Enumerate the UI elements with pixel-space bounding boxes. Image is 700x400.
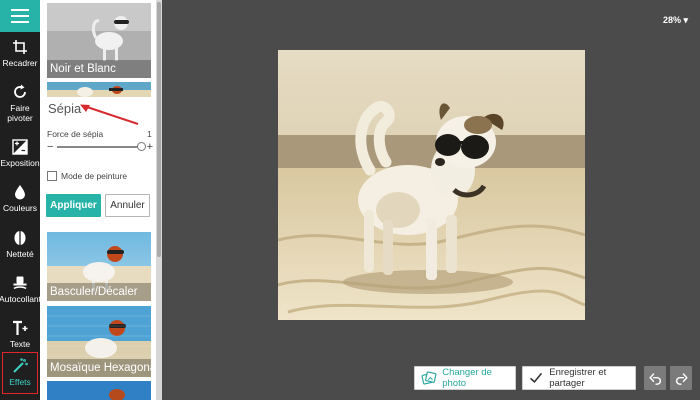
sepia-dog-photo [278,50,585,320]
slider-plus-button[interactable]: + [147,140,153,154]
left-toolbar: Recadrer Faire pivoter Exposition Couleu… [0,0,42,400]
panel-scrollbar[interactable] [156,0,162,400]
text-icon [10,318,30,338]
photo-editor-app: Recadrer Faire pivoter Exposition Couleu… [0,0,700,400]
effect-hexagonal-mosaic-label: Mosaïque Hexagonal [47,359,151,377]
tool-colors[interactable]: Couleurs [0,182,40,213]
effect-black-white-label: Noir et Blanc [47,60,151,78]
sepia-strength-slider[interactable]: − + [47,140,153,154]
tool-crop-label: Recadrer [2,58,38,68]
change-photo-label: Changer de photo [442,367,492,389]
rotate-icon [10,82,30,102]
tool-rotate[interactable]: Faire pivoter [0,82,40,123]
effect-black-white[interactable]: Noir et Blanc [47,3,151,78]
tool-colors-label: Couleurs [2,203,38,213]
effect-sepia-thumb-image [47,82,151,97]
exposure-icon [10,137,30,157]
save-and-share-label: Enregistrer et partager [549,367,607,389]
cancel-button[interactable]: Annuler [105,194,150,217]
apply-button[interactable]: Appliquer [46,194,101,217]
effect-tilt-shift-label: Basculer/Décaler [47,283,151,301]
slider-minus-button[interactable]: − [47,140,53,154]
undo-icon [648,372,661,385]
tool-effects[interactable]: Effets [2,352,38,394]
paint-mode-option[interactable]: Mode de peinture [47,171,127,181]
save-and-share-button[interactable]: Enregistrer et partager [522,366,636,390]
paint-mode-label: Mode de peinture [61,171,128,181]
panel-scrollbar-thumb[interactable] [157,2,161,257]
paint-mode-checkbox[interactable] [47,171,57,181]
change-photo-button[interactable]: Changer de photo [414,366,516,390]
tool-crop[interactable]: Recadrer [0,37,40,68]
hamburger-menu-button[interactable] [0,0,40,32]
redo-button[interactable] [670,366,692,390]
tool-rotate-label: Faire pivoter [7,103,33,123]
slider-track[interactable] [57,146,143,148]
tool-text[interactable]: Texte [0,318,40,349]
effect-next-thumbnail[interactable] [47,381,151,400]
sepia-effect-title: Sépia [48,101,82,116]
tool-sticker[interactable]: Autocollant [0,273,42,304]
hamburger-icon [11,9,29,23]
redo-icon [675,372,688,385]
effect-hexagonal-mosaic[interactable]: Mosaïque Hexagonal [47,306,151,377]
photo-canvas[interactable] [278,50,585,320]
tool-effects-label: Effets [9,377,31,387]
effect-next-thumb-image [47,381,151,400]
effect-sepia-thumbnail[interactable] [47,82,151,97]
image-swap-icon [420,369,437,387]
tool-sharpness-label: Netteté [6,249,34,259]
tool-sharpness[interactable]: Netteté [0,228,40,259]
checkmark-icon [528,369,544,387]
tool-sticker-label: Autocollant [0,294,42,304]
crop-icon [10,37,30,57]
sticker-icon [10,273,30,293]
sepia-strength-label: Force de sépia [47,129,104,139]
tool-text-label: Texte [9,339,31,349]
color-drop-icon [10,182,30,202]
sharpness-icon [10,228,30,248]
undo-button[interactable] [644,366,666,390]
slider-handle[interactable] [136,142,146,151]
magic-wand-icon [10,356,30,376]
tool-exposure[interactable]: Exposition [0,137,40,168]
zoom-dropdown[interactable]: 28% ▾ [663,15,688,26]
tool-exposure-label: Exposition [0,158,40,168]
sepia-strength-max-value: 1 [147,129,152,139]
effect-tilt-shift[interactable]: Basculer/Décaler [47,232,151,301]
